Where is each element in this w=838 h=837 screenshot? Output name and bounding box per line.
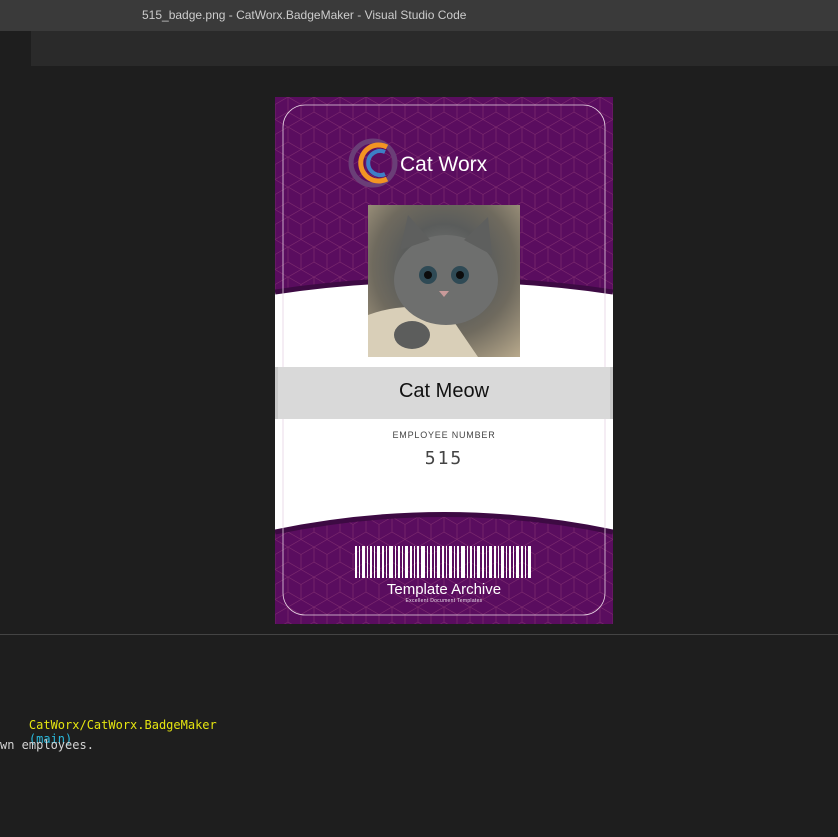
brand-name: Template Archive (386, 581, 502, 598)
employee-number-label: EMPLOYEE NUMBER (392, 430, 496, 440)
tab-bar (0, 31, 838, 66)
employee-badge-image: Cat Worx Cat Meow EMPLOYEE NUMBER 515 Te… (275, 97, 613, 624)
barcode-icon (355, 546, 531, 578)
window-title: 515_badge.png - CatWorx.BadgeMaker - Vis… (142, 8, 467, 22)
terminal-output-line: wn employees. (0, 738, 94, 752)
name-bar: Cat Meow (275, 367, 613, 419)
terminal-path: CatWorx/CatWorx.BadgeMaker (28, 718, 217, 732)
editor-tab[interactable] (0, 31, 31, 66)
title-bar: 515_badge.png - CatWorx.BadgeMaker - Vis… (0, 0, 838, 31)
terminal-panel[interactable]: CatWorx/CatWorx.BadgeMaker (main) wn emp… (0, 635, 838, 837)
kitten-photo-icon (368, 205, 520, 357)
brand-tagline: Excellent Document Templates (405, 598, 483, 604)
employee-number: 515 (424, 448, 464, 469)
employee-name: Cat Meow (398, 380, 490, 402)
company-name: Cat Worx (400, 153, 488, 176)
